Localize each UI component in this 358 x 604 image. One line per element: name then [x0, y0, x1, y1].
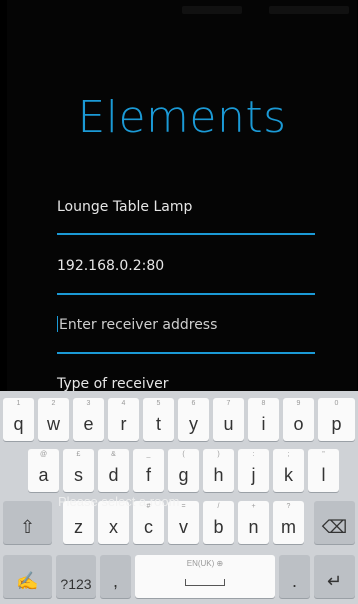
- key-a[interactable]: @ a: [28, 449, 59, 492]
- key-p[interactable]: 0p: [318, 398, 355, 441]
- status-bar: [7, 0, 357, 20]
- key-y[interactable]: 6y: [178, 398, 209, 441]
- key-n[interactable]: + n: [238, 501, 269, 544]
- key-b[interactable]: / b: [203, 501, 234, 544]
- language-label: EN(UK) ⊕: [186, 559, 224, 568]
- key-w[interactable]: 2w: [38, 398, 69, 441]
- key-f[interactable]: _ f: [133, 449, 164, 492]
- status-system-icons: [269, 6, 349, 14]
- enter-key[interactable]: ↵: [314, 555, 355, 598]
- field-underline: [57, 233, 315, 235]
- comma-key[interactable]: ,: [100, 555, 131, 598]
- input-settings-key[interactable]: ✍: [3, 555, 52, 598]
- enter-icon: ↵: [326, 571, 343, 591]
- key-o[interactable]: 9o: [283, 398, 314, 441]
- text-cursor: [57, 316, 58, 332]
- key-q[interactable]: 1q: [3, 398, 34, 441]
- field-underline: [57, 293, 315, 295]
- key-j[interactable]: :j: [238, 449, 269, 492]
- shift-key[interactable]: ⇧: [3, 501, 52, 544]
- key-m[interactable]: ? m: [273, 501, 304, 544]
- key-c[interactable]: # c: [133, 501, 164, 544]
- receiver-address-field[interactable]: Enter receiver address: [57, 316, 315, 356]
- key-z[interactable]: z: [63, 501, 94, 544]
- soft-keyboard: 1q 2w 3e 4r 5t 6y 7u 8i 9o 0p @ a £ s & d _…: [0, 391, 358, 604]
- key-k[interactable]: ; k: [273, 449, 304, 492]
- status-notification-area: [182, 6, 242, 14]
- receiver-name-value: Lounge Table Lamp: [57, 199, 193, 215]
- receiver-name-field[interactable]: Lounge Table Lamp: [57, 198, 315, 238]
- period-key[interactable]: .: [279, 555, 310, 598]
- key-u[interactable]: 7u: [213, 398, 244, 441]
- receiver-address-placeholder: Enter receiver address: [59, 317, 218, 333]
- key-x[interactable]: x: [98, 501, 129, 544]
- key-l[interactable]: " l: [308, 449, 339, 492]
- key-e[interactable]: 3e: [73, 398, 104, 441]
- app-title: Elements: [77, 92, 287, 143]
- key-s[interactable]: £ s: [63, 449, 94, 492]
- key-v[interactable]: = v: [168, 501, 199, 544]
- field-underline: [57, 352, 315, 354]
- key-g[interactable]: (g: [168, 449, 199, 492]
- key-r[interactable]: 4r: [108, 398, 139, 441]
- key-i[interactable]: 8i: [248, 398, 279, 441]
- backspace-icon: ⌫: [321, 517, 348, 537]
- ip-port-value: 192.168.0.2:80: [57, 258, 165, 274]
- key-t[interactable]: 5t: [143, 398, 174, 441]
- key-d[interactable]: & d: [98, 449, 129, 492]
- symbols-key[interactable]: ?123: [56, 555, 96, 598]
- shift-icon: ⇧: [19, 517, 36, 537]
- space-bar-icon: [185, 579, 225, 586]
- ip-port-field[interactable]: 192.168.0.2:80: [57, 257, 315, 297]
- key-h[interactable]: ) h: [203, 449, 234, 492]
- space-key[interactable]: EN(UK) ⊕: [135, 555, 275, 598]
- handwriting-icon: ✍: [16, 571, 39, 591]
- backspace-key[interactable]: ⌫: [314, 501, 355, 544]
